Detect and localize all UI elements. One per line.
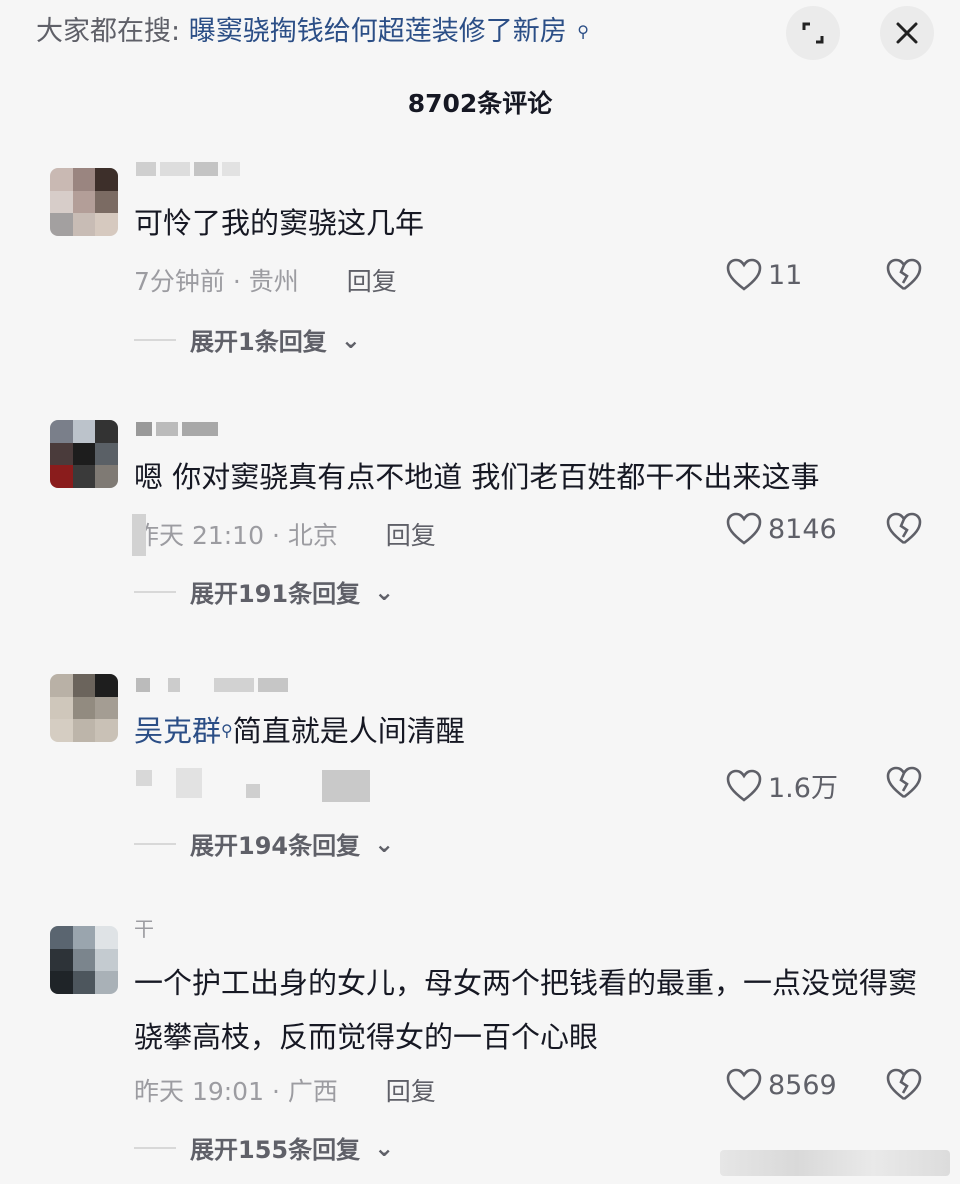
avatar[interactable] bbox=[50, 926, 118, 994]
username[interactable]: 干 bbox=[134, 916, 924, 942]
dislike-button[interactable] bbox=[886, 512, 922, 550]
expand-button[interactable] bbox=[786, 6, 840, 60]
trending-search-hint[interactable]: 大家都在搜: 曝窦骁掏钱给何超莲装修了新房 ⚲ bbox=[36, 14, 589, 50]
search-icon: ⚲ bbox=[221, 721, 233, 740]
broken-heart-icon bbox=[886, 258, 922, 291]
user-mention[interactable]: 吴克群 bbox=[134, 714, 221, 748]
dislike-button[interactable] bbox=[886, 766, 922, 804]
dislike-button[interactable] bbox=[886, 1068, 922, 1106]
redaction-blur bbox=[132, 514, 146, 556]
comment-body: 简直就是人间清醒 bbox=[232, 714, 465, 748]
avatar[interactable] bbox=[50, 420, 118, 488]
username-redacted[interactable] bbox=[136, 158, 240, 180]
comment-count: 8702条评论 bbox=[407, 89, 553, 118]
like-count: 8569 bbox=[768, 1069, 837, 1101]
chevron-down-icon: ⌄ bbox=[340, 325, 361, 354]
redaction-blur bbox=[136, 770, 152, 786]
redaction-blur bbox=[246, 784, 260, 798]
comment-text: 嗯 你对窦骁真有点不地道 我们老百姓都干不出来这事 bbox=[134, 450, 924, 504]
expand-replies-label: 展开194条回复 bbox=[190, 832, 361, 860]
close-icon bbox=[896, 22, 918, 44]
divider bbox=[134, 590, 176, 593]
comment-text: 一个护工出身的女儿，母女两个把钱看的最重，一点没觉得窦骁攀高枝，反而觉得女的一百… bbox=[134, 956, 924, 1064]
chevron-down-icon: ⌄ bbox=[374, 829, 395, 858]
broken-heart-icon bbox=[886, 512, 922, 545]
reply-button[interactable]: 回复 bbox=[386, 521, 436, 550]
like-count: 1.6万 bbox=[768, 773, 838, 804]
broken-heart-icon bbox=[886, 766, 922, 799]
like-button[interactable]: 8569 bbox=[726, 1068, 837, 1102]
comment-text: 可怜了我的窦骁这几年 bbox=[134, 196, 924, 250]
comment-time-location: 昨天 21:10 · 北京 bbox=[134, 521, 338, 550]
username-redacted[interactable] bbox=[136, 418, 218, 440]
expand-replies[interactable]: 展开194条回复 ⌄ bbox=[134, 826, 394, 861]
username-text: 干 bbox=[134, 917, 154, 941]
expand-replies-label: 展开191条回复 bbox=[190, 580, 361, 608]
trending-search-query[interactable]: 曝窦骁掏钱给何超莲装修了新房 bbox=[189, 16, 567, 47]
heart-icon bbox=[726, 258, 762, 291]
search-icon: ⚲ bbox=[577, 22, 590, 41]
comment-meta: 昨天 19:01 · 广西 回复 bbox=[134, 1072, 436, 1108]
comment-time-location: 昨天 19:01 · 广西 bbox=[134, 1077, 338, 1106]
comment-body: 一个护工出身的女儿，母女两个把钱看的最重，一点没觉得窦骁攀高枝，反而觉得女的一百… bbox=[134, 966, 918, 1054]
avatar[interactable] bbox=[50, 168, 118, 236]
like-button[interactable]: 11 bbox=[726, 258, 802, 292]
avatar[interactable] bbox=[50, 674, 118, 742]
divider bbox=[134, 842, 176, 845]
expand-replies-label: 展开1条回复 bbox=[190, 328, 327, 356]
dislike-button[interactable] bbox=[886, 258, 922, 296]
comment-meta: 昨天 21:10 · 北京 回复 bbox=[134, 516, 436, 552]
reply-button[interactable]: 回复 bbox=[347, 267, 397, 296]
expand-icon bbox=[802, 22, 824, 44]
comment-text: 吴克群⚲简直就是人间清醒 bbox=[134, 704, 924, 758]
trending-search-prefix: 大家都在搜: bbox=[36, 16, 181, 47]
chevron-down-icon: ⌄ bbox=[374, 577, 395, 606]
watermark bbox=[720, 1150, 950, 1176]
heart-icon bbox=[726, 1068, 762, 1101]
divider bbox=[134, 338, 176, 341]
comment-body: 嗯 你对窦骁真有点不地道 我们老百姓都干不出来这事 bbox=[134, 460, 820, 494]
divider bbox=[134, 1146, 176, 1149]
comment-time-location: 7分钟前 · 贵州 bbox=[134, 267, 299, 296]
heart-icon bbox=[726, 769, 762, 802]
broken-heart-icon bbox=[886, 1068, 922, 1101]
expand-replies-label: 展开155条回复 bbox=[190, 1136, 361, 1164]
redaction-blur bbox=[176, 768, 202, 798]
redaction-blur bbox=[322, 770, 370, 802]
comment-body: 可怜了我的窦骁这几年 bbox=[134, 206, 425, 240]
expand-replies[interactable]: 展开155条回复 ⌄ bbox=[134, 1130, 394, 1165]
expand-replies[interactable]: 展开191条回复 ⌄ bbox=[134, 574, 394, 609]
username-redacted[interactable] bbox=[136, 674, 288, 696]
like-count: 8146 bbox=[768, 513, 837, 545]
chevron-down-icon: ⌄ bbox=[374, 1133, 395, 1162]
like-count: 11 bbox=[768, 259, 803, 291]
close-button[interactable] bbox=[880, 6, 934, 60]
expand-replies[interactable]: 展开1条回复 ⌄ bbox=[134, 322, 361, 357]
like-button[interactable]: 1.6万 bbox=[726, 766, 838, 805]
like-button[interactable]: 8146 bbox=[726, 512, 837, 546]
comment-meta: 7分钟前 · 贵州 回复 bbox=[134, 262, 397, 298]
heart-icon bbox=[726, 512, 762, 545]
reply-button[interactable]: 回复 bbox=[386, 1077, 436, 1106]
top-bar: 大家都在搜: 曝窦骁掏钱给何超莲装修了新房 ⚲ bbox=[0, 0, 960, 66]
